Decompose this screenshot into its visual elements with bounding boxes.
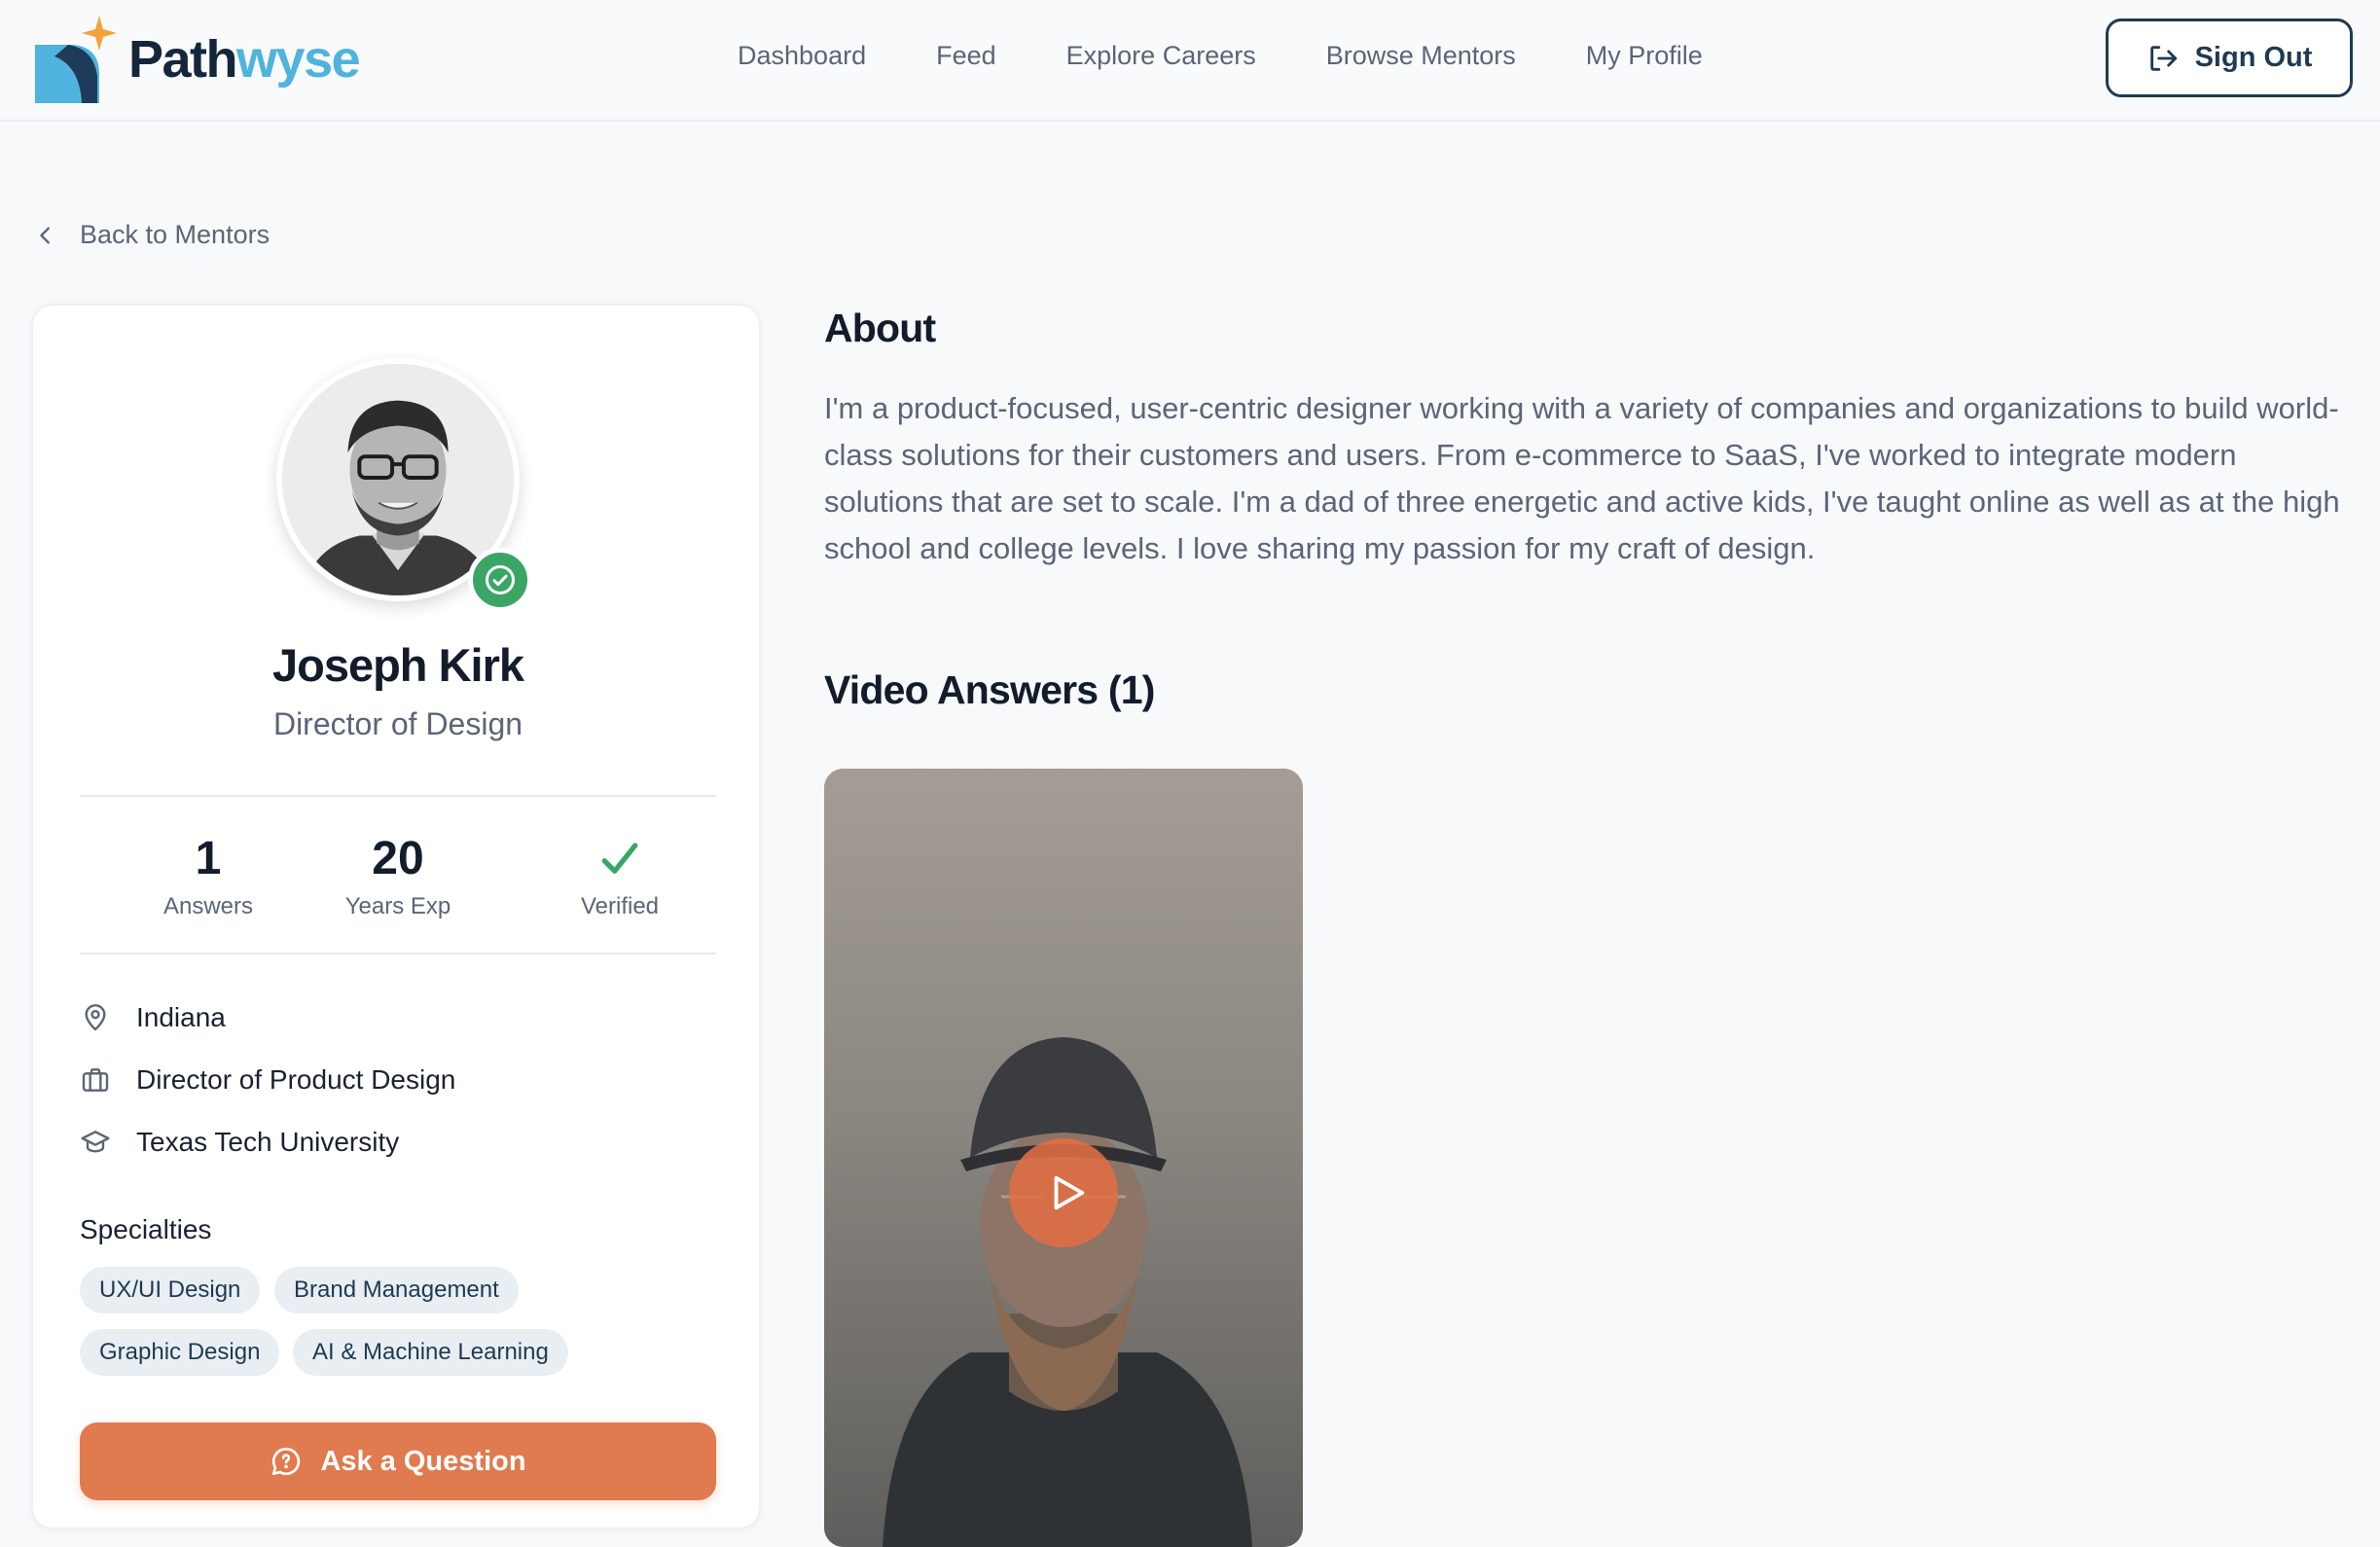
video-answer-thumbnail[interactable]	[824, 769, 1303, 1547]
pathwyse-logo[interactable]: Pathwyse	[33, 16, 361, 103]
sign-out-button[interactable]: Sign Out	[2106, 18, 2353, 97]
answers-label: Answers	[162, 892, 254, 919]
specialty-chip: AI & Machine Learning	[293, 1329, 568, 1376]
chevron-left-icon	[40, 226, 50, 244]
nav-browse-mentors[interactable]: Browse Mentors	[1326, 41, 1516, 71]
play-icon	[1054, 1175, 1085, 1210]
position-row: Director of Product Design	[80, 1064, 455, 1096]
chat-bubble-icon	[272, 1447, 301, 1476]
graduation-cap-icon	[81, 1131, 110, 1153]
divider	[80, 953, 716, 954]
position-text: Director of Product Design	[136, 1064, 456, 1095]
answers-count: 1	[195, 833, 222, 884]
map-pin-icon	[85, 1004, 106, 1031]
divider	[80, 795, 716, 797]
years-exp-count: 20	[372, 833, 424, 884]
mentor-name: Joseph Kirk	[271, 639, 524, 691]
checkmark-icon	[601, 843, 638, 874]
mentor-title: Director of Design	[272, 706, 523, 741]
years-exp-label: Years Exp	[344, 892, 451, 919]
about-text: I'm a product-focused, user-centric desi…	[824, 391, 2340, 565]
nav-dashboard[interactable]: Dashboard	[738, 41, 866, 71]
sign-out-label: Sign Out	[2194, 42, 2313, 73]
specialty-chip: Graphic Design	[80, 1329, 280, 1376]
education-text: Texas Tech University	[136, 1127, 400, 1157]
ask-question-button[interactable]: Ask a Question	[80, 1422, 716, 1500]
education-row: Texas Tech University	[80, 1127, 399, 1158]
specialty-chip: UX/UI Design	[80, 1267, 261, 1313]
logo-mark-icon	[35, 16, 117, 103]
briefcase-icon	[82, 1068, 109, 1092]
about-heading: About	[824, 306, 936, 350]
nav-feed[interactable]: Feed	[936, 41, 996, 71]
top-header: Pathwyse Dashboard Feed Explore Careers …	[0, 0, 2380, 122]
mentor-profile-card: Joseph Kirk Director of Design 1 Answers…	[31, 304, 761, 1529]
stat-years-exp: 20 Years Exp	[291, 831, 505, 920]
brand-name: Pathwyse	[128, 30, 361, 89]
location-row: Indiana	[80, 1002, 226, 1033]
verified-label: Verified	[580, 893, 660, 919]
nav-my-profile[interactable]: My Profile	[1586, 41, 1703, 71]
play-button[interactable]	[1009, 1138, 1118, 1247]
nav-explore-careers[interactable]: Explore Careers	[1066, 41, 1256, 71]
location-text: Indiana	[136, 1002, 226, 1032]
video-answers-heading: Video Answers (1)	[824, 667, 1155, 712]
back-link-label: Back to Mentors	[80, 220, 270, 249]
ask-question-label: Ask a Question	[320, 1445, 526, 1477]
verified-badge	[468, 548, 532, 612]
main-nav: Dashboard Feed Explore Careers Browse Me…	[738, 41, 1773, 71]
back-to-mentors-link[interactable]: Back to Mentors	[35, 220, 270, 250]
check-circle-icon	[486, 565, 515, 594]
specialty-chip: Brand Management	[274, 1267, 519, 1313]
sign-out-icon	[2149, 45, 2177, 71]
stat-verified: Verified	[513, 831, 727, 920]
specialties-heading: Specialties	[80, 1214, 212, 1244]
stat-answers: 1 Answers	[101, 831, 315, 920]
avatar-container	[276, 358, 532, 612]
